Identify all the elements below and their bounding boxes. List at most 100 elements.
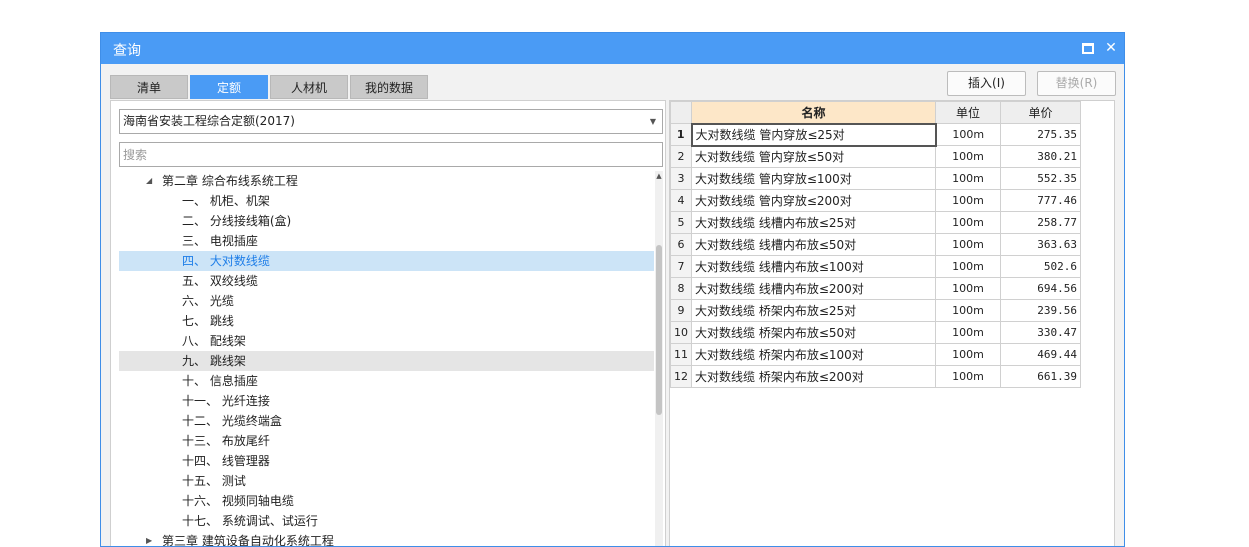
- tree-node[interactable]: 三、 电视插座: [119, 231, 654, 251]
- row-index: 3: [670, 167, 692, 190]
- tree-node[interactable]: 一、 机柜、机架: [119, 191, 654, 211]
- row-unit-cell[interactable]: 100m: [935, 365, 1001, 388]
- chevron-down-icon[interactable]: ▼: [650, 110, 656, 133]
- row-price-cell[interactable]: 330.47: [1000, 321, 1081, 344]
- header-unit[interactable]: 单位: [935, 101, 1001, 124]
- row-unit-cell[interactable]: 100m: [935, 123, 1001, 146]
- tree-node-selected[interactable]: 四、 大对数线缆: [119, 251, 654, 271]
- table-row[interactable]: 4 大对数线缆 管内穿放≤200对 100m 777.46: [670, 189, 1081, 212]
- header-price[interactable]: 单价: [1000, 101, 1081, 124]
- row-name-cell[interactable]: 大对数线缆 线槽内布放≤50对: [691, 233, 936, 256]
- scroll-up-icon[interactable]: ▲: [655, 171, 663, 181]
- row-price-cell[interactable]: 363.63: [1000, 233, 1081, 256]
- row-price-cell[interactable]: 469.44: [1000, 343, 1081, 366]
- row-unit-cell[interactable]: 100m: [935, 255, 1001, 278]
- row-name-cell[interactable]: 大对数线缆 桥架内布放≤25对: [691, 299, 936, 322]
- tree-node[interactable]: 十七、 系统调试、试运行: [119, 511, 654, 531]
- row-index: 1: [670, 123, 692, 146]
- row-unit-cell[interactable]: 100m: [935, 233, 1001, 256]
- table-row[interactable]: 7 大对数线缆 线槽内布放≤100对 100m 502.6: [670, 255, 1081, 278]
- table-row[interactable]: 1 大对数线缆 管内穿放≤25对 100m 275.35: [670, 122, 1081, 147]
- row-index: 8: [670, 277, 692, 300]
- maximize-icon[interactable]: [1079, 39, 1097, 57]
- tree-node[interactable]: 七、 跳线: [119, 311, 654, 331]
- table-header-row: 名称 单位 单价: [670, 101, 1081, 124]
- header-index: [670, 101, 692, 124]
- row-name-cell[interactable]: 大对数线缆 桥架内布放≤100对: [691, 343, 936, 366]
- dialog-titlebar[interactable]: 查询 ✕: [101, 33, 1124, 64]
- tree-node-chapter-3[interactable]: ▶ 第三章 建筑设备自动化系统工程: [119, 531, 654, 546]
- tree-scrollbar-thumb[interactable]: [656, 245, 662, 415]
- tab-quota[interactable]: 定额: [190, 75, 268, 99]
- table-row[interactable]: 6 大对数线缆 线槽内布放≤50对 100m 363.63: [670, 233, 1081, 256]
- row-name-cell[interactable]: 大对数线缆 桥架内布放≤50对: [691, 321, 936, 344]
- row-unit-cell[interactable]: 100m: [935, 277, 1001, 300]
- row-unit-cell[interactable]: 100m: [935, 189, 1001, 212]
- table-row[interactable]: 5 大对数线缆 线槽内布放≤25对 100m 258.77: [670, 211, 1081, 234]
- table-row[interactable]: 9 大对数线缆 桥架内布放≤25对 100m 239.56: [670, 299, 1081, 322]
- row-name-cell[interactable]: 大对数线缆 管内穿放≤25对: [690, 122, 937, 147]
- row-unit-cell[interactable]: 100m: [935, 211, 1001, 234]
- tree-node[interactable]: 十一、 光纤连接: [119, 391, 654, 411]
- row-name-cell[interactable]: 大对数线缆 桥架内布放≤200对: [691, 365, 936, 388]
- row-price-cell[interactable]: 502.6: [1000, 255, 1081, 278]
- row-name-cell[interactable]: 大对数线缆 线槽内布放≤100对: [691, 255, 936, 278]
- table-row[interactable]: 11 大对数线缆 桥架内布放≤100对 100m 469.44: [670, 343, 1081, 366]
- close-icon[interactable]: ✕: [1102, 39, 1120, 57]
- tree-node-chapter-2[interactable]: ◢ 第二章 综合布线系统工程: [119, 171, 654, 191]
- row-price-cell[interactable]: 694.56: [1000, 277, 1081, 300]
- tree-node-hovered[interactable]: 九、 跳线架: [119, 351, 654, 371]
- tree-node[interactable]: 十六、 视频同轴电缆: [119, 491, 654, 511]
- tree-node[interactable]: 六、 光缆: [119, 291, 654, 311]
- tree-node[interactable]: 十二、 光缆终端盒: [119, 411, 654, 431]
- row-index: 2: [670, 145, 692, 168]
- tab-bill[interactable]: 清单: [110, 75, 188, 99]
- replace-button[interactable]: 替换(R): [1037, 71, 1116, 96]
- row-price-cell[interactable]: 777.46: [1000, 189, 1081, 212]
- row-price-cell[interactable]: 380.21: [1000, 145, 1081, 168]
- expanded-triangle-icon[interactable]: ◢: [146, 171, 152, 191]
- row-unit-cell[interactable]: 100m: [935, 343, 1001, 366]
- row-unit-cell[interactable]: 100m: [935, 299, 1001, 322]
- row-index: 10: [670, 321, 692, 344]
- library-select-value: 海南省安装工程综合定额(2017): [123, 114, 295, 128]
- row-index: 4: [670, 189, 692, 212]
- library-select[interactable]: 海南省安装工程综合定额(2017) ▼: [119, 109, 663, 134]
- search-box[interactable]: [119, 142, 663, 167]
- row-name-cell[interactable]: 大对数线缆 线槽内布放≤200对: [691, 277, 936, 300]
- row-price-cell[interactable]: 239.56: [1000, 299, 1081, 322]
- row-price-cell[interactable]: 552.35: [1000, 167, 1081, 190]
- tree-node[interactable]: 二、 分线接线箱(盒): [119, 211, 654, 231]
- table-row[interactable]: 12 大对数线缆 桥架内布放≤200对 100m 661.39: [670, 365, 1081, 388]
- row-name-cell[interactable]: 大对数线缆 管内穿放≤100对: [691, 167, 936, 190]
- table-row[interactable]: 2 大对数线缆 管内穿放≤50对 100m 380.21: [670, 145, 1081, 168]
- row-price-cell[interactable]: 275.35: [1000, 123, 1081, 146]
- header-name[interactable]: 名称: [691, 101, 936, 124]
- row-index: 6: [670, 233, 692, 256]
- row-unit-cell[interactable]: 100m: [935, 167, 1001, 190]
- collapsed-triangle-icon[interactable]: ▶: [146, 531, 152, 546]
- row-name-cell[interactable]: 大对数线缆 管内穿放≤200对: [691, 189, 936, 212]
- dialog-title: 查询: [113, 43, 141, 59]
- quota-table: 名称 单位 单价 1 大对数线缆 管内穿放≤25对 100m 275.35 2 大对数线缆…: [670, 101, 1081, 388]
- tree-node[interactable]: 十三、 布放尾纤: [119, 431, 654, 451]
- row-name-cell[interactable]: 大对数线缆 线槽内布放≤25对: [691, 211, 936, 234]
- row-price-cell[interactable]: 661.39: [1000, 365, 1081, 388]
- search-input[interactable]: [123, 144, 653, 165]
- tree-node[interactable]: 八、 配线架: [119, 331, 654, 351]
- row-price-cell[interactable]: 258.77: [1000, 211, 1081, 234]
- tree-scrollbar[interactable]: ▲: [655, 171, 663, 546]
- table-row[interactable]: 10 大对数线缆 桥架内布放≤50对 100m 330.47: [670, 321, 1081, 344]
- tree-node[interactable]: 十、 信息插座: [119, 371, 654, 391]
- tab-labor-material-machine[interactable]: 人材机: [270, 75, 348, 99]
- row-name-cell[interactable]: 大对数线缆 管内穿放≤50对: [691, 145, 936, 168]
- insert-button[interactable]: 插入(I): [947, 71, 1026, 96]
- tab-my-data[interactable]: 我的数据: [350, 75, 428, 99]
- tree-node[interactable]: 五、 双绞线缆: [119, 271, 654, 291]
- row-unit-cell[interactable]: 100m: [935, 145, 1001, 168]
- table-row[interactable]: 8 大对数线缆 线槽内布放≤200对 100m 694.56: [670, 277, 1081, 300]
- tree-node[interactable]: 十五、 测试: [119, 471, 654, 491]
- row-unit-cell[interactable]: 100m: [935, 321, 1001, 344]
- tree-node[interactable]: 十四、 线管理器: [119, 451, 654, 471]
- table-row[interactable]: 3 大对数线缆 管内穿放≤100对 100m 552.35: [670, 167, 1081, 190]
